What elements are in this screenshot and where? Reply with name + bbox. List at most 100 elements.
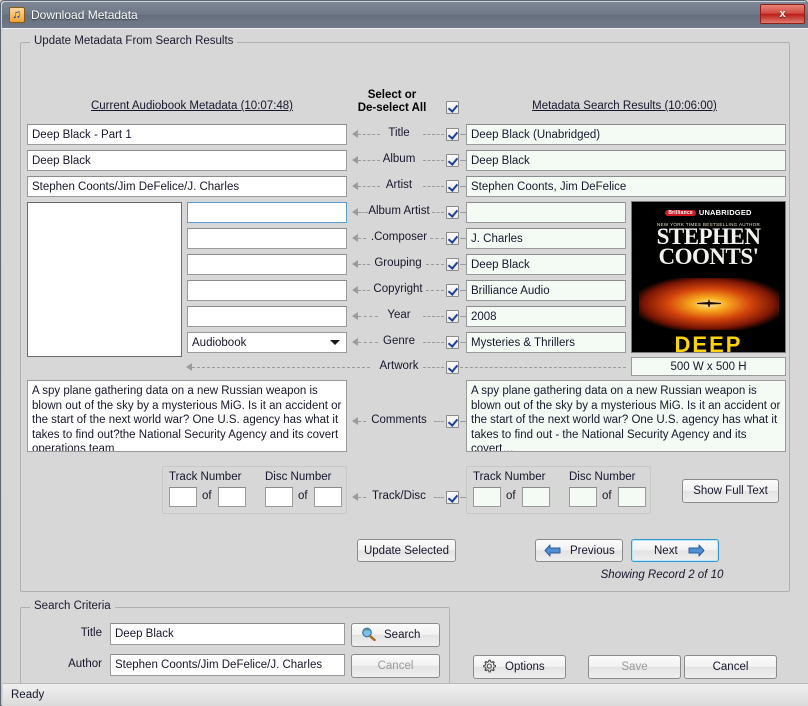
left-field-album[interactable]: Deep Black — [27, 150, 347, 171]
left-field-grouping[interactable] — [187, 254, 347, 275]
row-checkbox-copyright[interactable] — [446, 284, 459, 297]
right-track-number-input[interactable] — [473, 487, 501, 507]
row-label-comments: Comments — [371, 414, 427, 426]
row-checkbox-grouping[interactable] — [446, 258, 459, 271]
left-field-artist[interactable]: Stephen Coonts/Jim DeFelice/J. Charles — [27, 176, 347, 197]
left-disc-of-label: of — [298, 490, 308, 502]
left-disc-number-caption: Disc Number — [265, 471, 332, 483]
artwork-unabridged-label: UNABRIDGED — [698, 208, 752, 217]
left-field-comments[interactable]: A spy plane gathering data on a new Russ… — [27, 380, 347, 452]
left-field-genre-value: Audiobook — [192, 337, 247, 349]
right-disc-number-input[interactable] — [569, 487, 597, 507]
left-field-genre-combo[interactable]: Audiobook — [187, 332, 347, 353]
artwork-author-line2: COONTS' — [658, 244, 759, 269]
artwork-publisher-label: Brilliance — [665, 209, 696, 216]
right-disc-total-input[interactable] — [618, 487, 646, 507]
save-button[interactable]: Save — [588, 655, 681, 679]
search-cancel-button[interactable]: Cancel — [351, 654, 440, 678]
magnifier-icon — [361, 627, 376, 644]
row-dash-right-artist — [423, 186, 444, 187]
update-selected-label: Update Selected — [363, 544, 450, 557]
row-label-copyright: Copyright — [373, 283, 423, 295]
right-field-year[interactable]: 2008 — [466, 306, 626, 327]
row-checkbox-comments[interactable] — [446, 415, 459, 428]
cancel-button[interactable]: Cancel — [684, 655, 777, 679]
right-field-album[interactable]: Deep Black — [466, 150, 786, 171]
right-field-title[interactable]: Deep Black (Unabridged) — [466, 124, 786, 145]
select-all-checkbox[interactable] — [446, 101, 459, 114]
row-checkbox-title[interactable] — [446, 128, 459, 141]
search-author-input[interactable]: Stephen Coonts/Jim DeFelice/J. Charles — [110, 654, 345, 676]
row-checkbox-artwork[interactable] — [446, 361, 459, 374]
right-field-composer[interactable]: J. Charles — [466, 228, 626, 249]
row-label-year: Year — [387, 309, 411, 321]
row-checkbox-album[interactable] — [446, 154, 459, 167]
left-field-year[interactable] — [187, 306, 347, 327]
right-track-number-caption: Track Number — [473, 471, 546, 483]
right-field-copyright[interactable]: Brilliance Audio — [466, 280, 626, 301]
right-field-genre[interactable]: Mysteries & Thrillers — [466, 332, 626, 353]
left-field-composer[interactable] — [187, 228, 347, 249]
search-author-label: Author — [68, 658, 102, 670]
chevron-down-icon — [330, 340, 340, 345]
right-field-artist[interactable]: Stephen Coonts, Jim DeFelice — [466, 176, 786, 197]
artwork-thumbnail[interactable]: Brilliance UNABRIDGED NEW YORK TIMES BEST… — [631, 201, 786, 353]
row-label-album: Album — [382, 153, 416, 165]
left-field-title[interactable]: Deep Black - Part 1 — [27, 124, 347, 145]
row-label-genre: Genre — [383, 335, 415, 347]
row-checkbox-artist[interactable] — [446, 180, 459, 193]
search-title-label: Title — [80, 627, 102, 639]
show-full-text-button[interactable]: Show Full Text — [682, 479, 779, 503]
row-label-artwork: Artwork — [379, 360, 419, 372]
row-dash-right-composer — [430, 238, 444, 239]
left-track-number-input[interactable] — [169, 487, 197, 507]
right-field-album-artist[interactable] — [466, 202, 626, 223]
artwork-title-line1: DEEP — [674, 332, 743, 353]
left-track-of-label: of — [202, 490, 212, 502]
left-disc-number-input[interactable] — [265, 487, 293, 507]
row-dash-right-album-artist — [432, 212, 444, 213]
search-button-label: Search — [384, 629, 421, 641]
update-metadata-groupbox-title: Update Metadata From Search Results — [30, 35, 238, 47]
left-field-album-artist[interactable] — [187, 202, 347, 223]
right-disc-number-caption: Disc Number — [569, 471, 636, 483]
right-field-grouping[interactable]: Deep Black — [466, 254, 626, 275]
row-checkbox-year[interactable] — [446, 310, 459, 323]
row-dash-right-comments — [434, 421, 444, 422]
update-selected-button[interactable]: Update Selected — [357, 539, 456, 562]
record-status-label: Showing Record 2 of 10 — [600, 569, 724, 581]
options-button[interactable]: Options — [473, 655, 566, 679]
left-disc-total-input[interactable] — [314, 487, 342, 507]
row-checkbox-composer[interactable] — [446, 232, 459, 245]
row-dash-right-copyright — [426, 290, 444, 291]
search-button[interactable]: Search — [351, 623, 440, 647]
status-text: Ready — [11, 688, 45, 701]
left-track-total-input[interactable] — [218, 487, 246, 507]
window-client-area: Update Metadata From Search Results Curr… — [2, 28, 808, 706]
cancel-label: Cancel — [712, 661, 749, 673]
music-note-icon — [9, 6, 25, 23]
row-dash-right-trackdisc — [434, 497, 444, 498]
artwork-plane-icon — [696, 298, 722, 307]
previous-button[interactable]: Previous — [535, 539, 623, 562]
header-left: Current Audiobook Metadata (10:07:48) — [90, 100, 294, 112]
row-dash-tail-artwork — [460, 367, 626, 368]
close-button[interactable]: x — [760, 4, 805, 24]
right-field-comments[interactable]: A spy plane gathering data on a new Russ… — [466, 380, 786, 452]
right-track-total-input[interactable] — [522, 487, 550, 507]
row-checkbox-album-artist[interactable] — [446, 206, 459, 219]
gear-icon — [482, 659, 497, 676]
statusbar: Ready — [3, 683, 808, 705]
row-checkbox-trackdisc[interactable] — [446, 491, 459, 504]
left-artwork-preview[interactable] — [27, 202, 182, 357]
search-title-input[interactable]: Deep Black — [110, 623, 345, 645]
search-cancel-label: Cancel — [377, 660, 414, 672]
next-label: Next — [654, 544, 678, 557]
row-label-title: Title — [388, 127, 410, 139]
row-dash-right-title — [423, 134, 444, 135]
header-right: Metadata Search Results (10:06:00) — [532, 100, 717, 112]
left-track-number-caption: Track Number — [169, 471, 242, 483]
next-button[interactable]: Next — [631, 539, 719, 562]
row-checkbox-genre[interactable] — [446, 336, 459, 349]
left-field-copyright[interactable] — [187, 280, 347, 301]
